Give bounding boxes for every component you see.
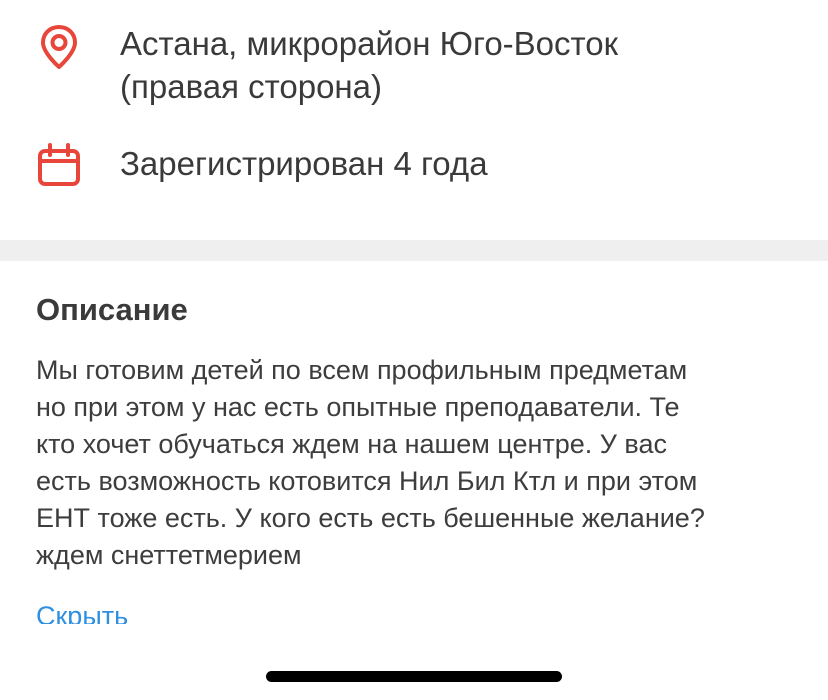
description-title: Описание <box>36 292 188 327</box>
hide-description-link[interactable]: Скрыть <box>36 598 128 624</box>
description-text: Мы готовим детей по всем профильным пред… <box>36 355 705 570</box>
location-pin-icon <box>36 24 82 70</box>
location-text: Астана, микрорайон Юго-Восток (правая ст… <box>120 25 619 105</box>
location-row: Астана, микрорайон Юго-Восток (правая ст… <box>0 22 828 112</box>
registered-text: Зарегистрирован 4 года <box>120 145 488 182</box>
section-divider <box>0 240 828 261</box>
registered-row: Зарегистрирован 4 года <box>0 142 828 192</box>
listing-details-page: Астана, микрорайон Юго-Восток (правая ст… <box>0 0 828 700</box>
home-indicator[interactable] <box>266 671 562 682</box>
calendar-icon <box>36 142 82 188</box>
